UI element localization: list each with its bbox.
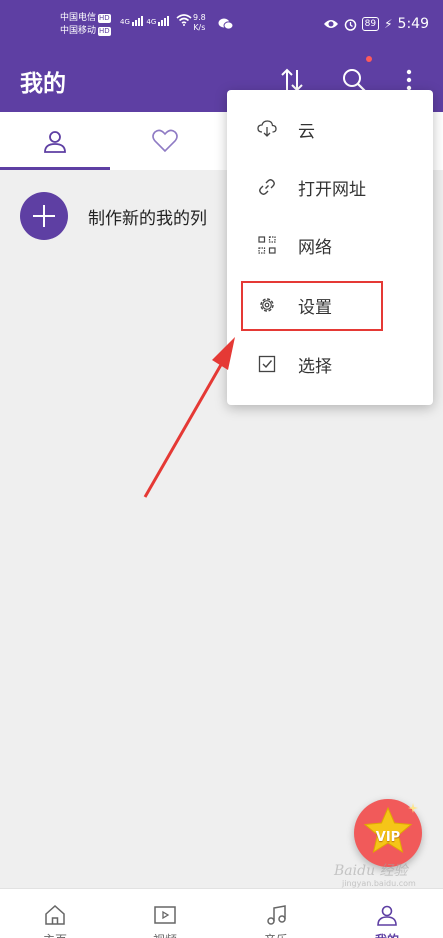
add-button[interactable]: [20, 192, 68, 240]
alarm-icon: [344, 18, 356, 31]
menu-item-label: 选择: [298, 356, 332, 377]
menu-item-cloud[interactable]: 云: [227, 100, 433, 158]
status-right: 89 ⚡ 5:49: [323, 16, 429, 32]
person-icon: [44, 131, 66, 153]
person-icon: [377, 905, 397, 926]
plus-icon: [33, 205, 55, 227]
more-vert-icon[interactable]: [404, 68, 414, 92]
heart-icon: [152, 129, 178, 153]
hd-badge: HD: [98, 14, 111, 23]
menu-item-select[interactable]: 选择: [227, 335, 433, 393]
nav-item-video[interactable]: 视频: [110, 889, 220, 938]
music-icon: [267, 905, 286, 925]
signal-strength-icon: [158, 16, 170, 26]
network-type: 4G: [146, 18, 157, 26]
carrier-2: 中国移动: [60, 26, 97, 36]
nav-item-mine[interactable]: 我的: [332, 889, 442, 938]
menu-item-label: 网络: [298, 237, 332, 258]
tab-my-lists[interactable]: [0, 112, 110, 170]
overflow-menu: 云 打开网址 网络 设置 选择: [227, 90, 433, 405]
clock: 5:49: [397, 16, 429, 32]
eye-icon: [323, 20, 338, 28]
highlight-box: [241, 281, 383, 331]
home-icon: [45, 904, 65, 925]
menu-item-open-url[interactable]: 打开网址: [227, 158, 433, 216]
signal-icons: 4G 4G: [120, 14, 192, 26]
charging-icon: ⚡: [384, 17, 393, 31]
watermark: Baidu 经验: [334, 863, 408, 879]
network-type: 4G: [120, 18, 130, 26]
network-icon: [257, 235, 277, 255]
wechat-icon: [218, 18, 234, 30]
wifi-icon: [176, 14, 192, 26]
status-bar: 中国电信 HD 中国移动 HD 4G 4G 9.8 K/s 89 ⚡ 5:49: [0, 0, 443, 50]
create-new-list[interactable]: 制作新的我的列: [20, 192, 207, 240]
video-icon: [154, 906, 176, 924]
battery-indicator: 89: [361, 17, 380, 31]
tab-indicator: [0, 167, 110, 170]
menu-item-label: 打开网址: [298, 179, 366, 200]
signal-strength-icon: [132, 16, 144, 26]
page-title: 我的: [20, 71, 66, 97]
menu-item-network[interactable]: 网络: [227, 216, 433, 274]
new-list-label: 制作新的我的列: [88, 208, 207, 229]
bottom-nav: 主页 视频 音乐 我的: [0, 888, 443, 938]
carrier-1: 中国电信: [60, 13, 97, 23]
carrier-info: 中国电信 HD 中国移动 HD: [60, 12, 111, 38]
watermark-url: jingyan.baidu.com: [342, 879, 416, 888]
link-icon: [257, 177, 277, 197]
vip-label: VIP: [375, 829, 401, 845]
checkbox-icon: [257, 354, 277, 374]
cloud-download-icon: [257, 119, 277, 139]
notification-dot: [366, 56, 372, 62]
sparkle-icon: [408, 803, 418, 813]
menu-item-label: 云: [298, 121, 315, 142]
hd-badge: HD: [98, 27, 111, 36]
nav-item-music[interactable]: 音乐: [221, 889, 331, 938]
tab-favorites[interactable]: [110, 112, 220, 170]
vip-button[interactable]: VIP: [354, 799, 422, 867]
nav-item-home[interactable]: 主页: [0, 889, 110, 938]
network-speed: 9.8 K/s: [193, 13, 206, 32]
